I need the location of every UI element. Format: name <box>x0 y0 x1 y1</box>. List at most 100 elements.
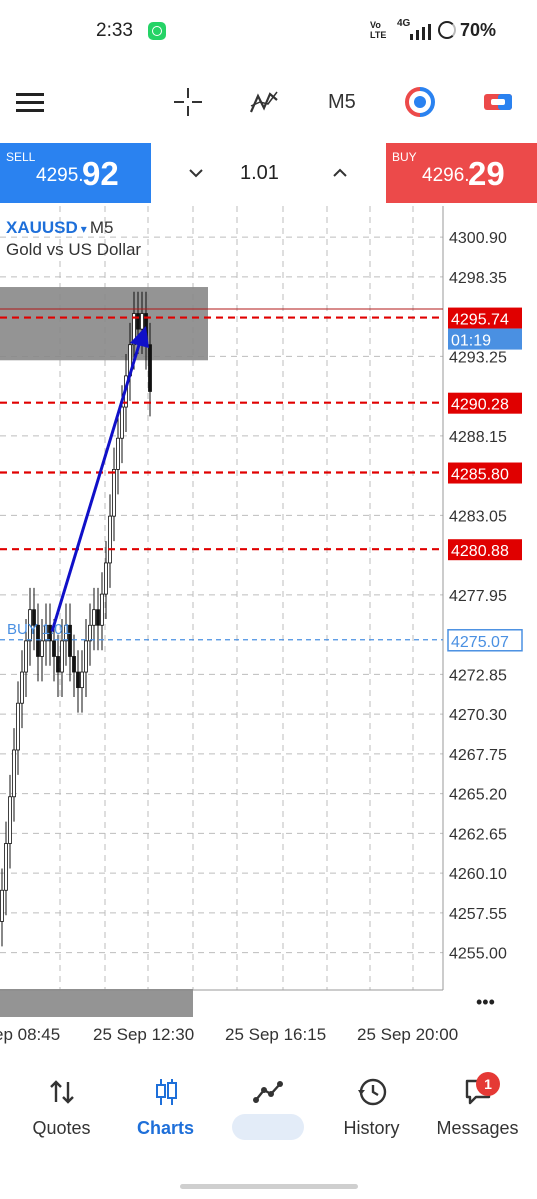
price-axis-label: 4293.25 <box>449 349 507 366</box>
candle <box>8 796 12 844</box>
candle <box>108 515 112 564</box>
time-axis-label: 25 Sep 16:15 <box>225 1025 326 1044</box>
symbol-timeframe: M5 <box>89 218 114 237</box>
more-icon: ••• <box>476 992 495 1012</box>
time-axis-label: ep 08:45 <box>0 1025 60 1044</box>
menu-icon[interactable] <box>14 86 46 118</box>
candle <box>56 656 60 673</box>
candle <box>136 313 140 330</box>
whatsapp-icon <box>148 22 166 40</box>
timeframe-button[interactable]: M5 <box>328 91 356 114</box>
indicators-icon[interactable] <box>248 86 280 118</box>
buy-price-prefix: 4296. <box>422 165 470 186</box>
time-axis-label: 25 Sep 20:00 <box>357 1025 458 1044</box>
price-chart[interactable]: 4300.90 4298.35 4293.25 4288.15 4283.05 4277.… <box>0 206 537 1046</box>
demand-zone <box>0 989 193 1017</box>
swap-vertical-icon <box>50 1080 74 1104</box>
candle <box>20 671 24 704</box>
volume-increase-button[interactable] <box>330 163 350 183</box>
candle <box>80 671 84 689</box>
price-axis-label: 4260.10 <box>449 866 507 883</box>
price-axis-label: 4267.75 <box>449 747 507 764</box>
nav-label: Charts <box>136 1118 194 1138</box>
history-icon <box>358 1078 387 1106</box>
price-axis-label: 4300.90 <box>449 230 507 247</box>
candle <box>112 469 116 517</box>
symbol-description: Gold vs US Dollar <box>6 240 142 259</box>
position-label: BUY 1.01 <box>7 621 71 638</box>
price-axis-label: 4262.65 <box>449 826 507 843</box>
battery-icon <box>438 21 456 39</box>
price-level-value: 4285.80 <box>451 467 509 484</box>
price-axis-label: 4277.95 <box>449 588 507 605</box>
buy-price-pips: 29 <box>468 155 505 192</box>
entry-price: 4275.07 <box>451 634 509 651</box>
candle <box>116 437 120 470</box>
trade-panel-icon[interactable] <box>482 86 514 118</box>
sell-label: SELL <box>6 150 36 164</box>
messages-badge: 1 <box>476 1072 500 1096</box>
nav-item-charts[interactable]: Charts <box>112 1068 219 1158</box>
candle <box>96 609 100 626</box>
candle <box>104 562 108 595</box>
price-axis-label: 4257.55 <box>449 906 507 923</box>
candle <box>100 593 104 626</box>
chart-symbol[interactable]: XAUUSD ▾ M5 <box>6 218 113 238</box>
chart-toolbar: M5 <box>0 72 537 132</box>
candle <box>88 624 92 642</box>
price-level-value: 4295.74 <box>451 312 509 329</box>
sell-price-prefix: 4295. <box>36 165 84 186</box>
symbol-name: XAUUSD <box>6 218 78 237</box>
supply-zone <box>0 287 208 361</box>
nav-label: Quotes <box>32 1118 91 1138</box>
volume-decrease-button[interactable] <box>186 163 206 183</box>
crosshair-icon[interactable] <box>172 86 204 118</box>
candle <box>12 749 16 798</box>
price-level-value: 4290.28 <box>451 397 509 414</box>
symbol-dropdown-icon: ▾ <box>80 222 87 236</box>
candle <box>120 406 124 439</box>
price-axis-label: 4270.30 <box>449 707 507 724</box>
candle <box>0 889 4 922</box>
candle <box>140 313 144 330</box>
candle <box>72 656 76 673</box>
volte-indicator: Vo LTE <box>370 20 387 40</box>
price-axis-label: 4298.35 <box>449 270 507 287</box>
nav-item-quotes[interactable]: Quotes <box>8 1068 115 1158</box>
trend-arrow <box>50 334 144 632</box>
candle <box>24 640 28 673</box>
nav-item-10-5k[interactable]: 10.5K <box>214 1068 321 1158</box>
sell-button[interactable]: SELL 4295. 92 <box>0 143 151 203</box>
price-axis-label: 4255.00 <box>449 946 507 963</box>
buy-label: BUY <box>392 150 417 164</box>
status-bar: 2:33 Vo LTE 4G 70% <box>0 0 537 62</box>
home-indicator <box>180 1184 358 1189</box>
sell-price-pips: 92 <box>82 155 119 192</box>
one-click-trading-icon[interactable] <box>404 86 436 118</box>
price-axis-label: 4265.20 <box>449 787 507 804</box>
nav-item-history[interactable]: History <box>318 1068 425 1158</box>
candle <box>52 640 56 657</box>
candle <box>148 344 152 392</box>
price-level-value: 4280.88 <box>451 543 509 560</box>
nav-label: Messages <box>436 1118 519 1138</box>
candle <box>92 609 96 626</box>
active-pill <box>232 1114 304 1140</box>
candle <box>16 702 20 751</box>
trend-line-icon <box>253 1081 283 1103</box>
time-axis-label: 25 Sep 12:30 <box>93 1025 194 1044</box>
status-time: 2:33 <box>96 20 133 41</box>
buy-button[interactable]: BUY 4296. 29 <box>386 143 537 203</box>
candle <box>84 640 88 673</box>
signal-icon <box>410 24 431 40</box>
candle <box>60 640 64 673</box>
candle <box>76 671 80 689</box>
candle <box>40 640 44 657</box>
bottom-navigation: Quotes Charts 10.5K History Messages <box>0 1068 537 1158</box>
price-axis-label: 4283.05 <box>449 508 507 525</box>
price-axis-label: 4288.15 <box>449 429 507 446</box>
volume-input[interactable]: 1.01 <box>240 162 279 185</box>
price-axis-label: 4272.85 <box>449 667 507 684</box>
nav-label: History <box>343 1118 400 1138</box>
battery-percent: 70% <box>460 20 497 40</box>
